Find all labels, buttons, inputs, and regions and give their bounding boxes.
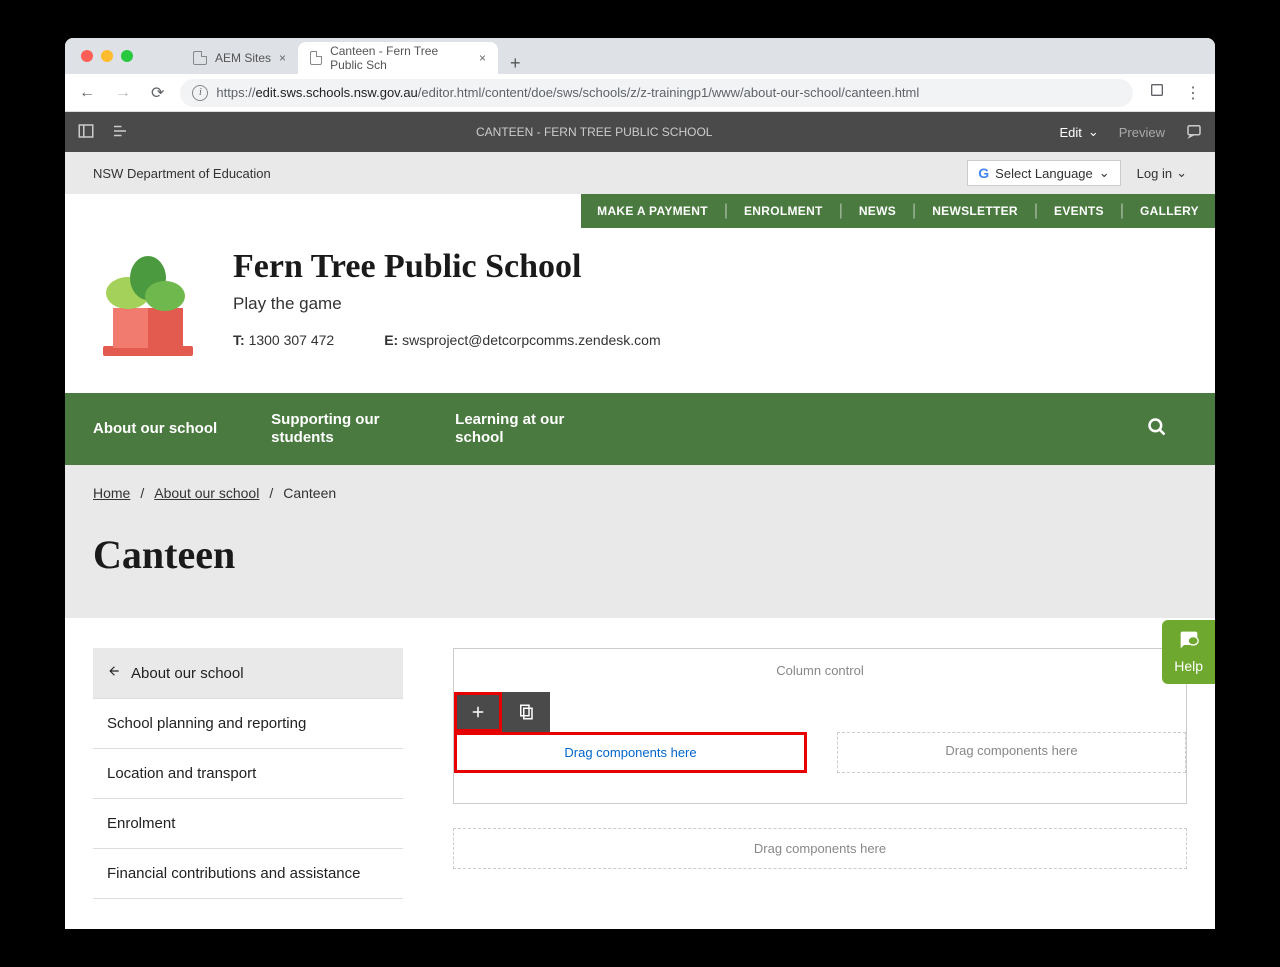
window-controls [73,50,141,62]
breadcrumb-current: Canteen [283,485,336,501]
sidebar-item[interactable]: School planning and reporting [93,699,403,749]
back-button[interactable]: ← [75,80,99,106]
search-icon[interactable] [1127,417,1187,442]
sidebar-item[interactable]: Location and transport [93,749,403,799]
nav-supporting[interactable]: Supporting our students [271,393,431,465]
drop-zone-selected[interactable]: Drag components here [454,732,807,773]
chevron-down-icon: ⌄ [1099,165,1110,181]
reload-button[interactable]: ⟳ [147,79,168,107]
main-nav: About our school Supporting our students… [65,393,1215,465]
address-bar[interactable]: i https://edit.sws.schools.nsw.gov.au/ed… [180,79,1133,107]
extension-icon[interactable] [1145,78,1169,107]
browser-tab-strip: AEM Sites × Canteen - Fern Tree Public S… [65,38,1215,74]
page-icon [193,51,207,65]
help-label: Help [1174,658,1203,674]
login-button[interactable]: Log in ⌄ [1137,165,1187,181]
school-name: Fern Tree Public School [233,248,661,286]
browser-menu-icon[interactable]: ⋮ [1181,79,1205,107]
site-header: Fern Tree Public School Play the game T:… [65,228,1215,393]
drop-zone[interactable]: Drag components here [837,732,1186,773]
site-info-icon[interactable]: i [192,85,208,101]
close-tab-icon[interactable]: × [479,51,486,65]
language-selector[interactable]: G Select Language ⌄ [967,160,1120,186]
nav-learning[interactable]: Learning at our school [455,393,615,465]
nav-about[interactable]: About our school [93,402,247,456]
side-panel-icon[interactable] [77,122,95,143]
content-region: About our school School planning and rep… [65,618,1215,929]
utility-link-newsletter[interactable]: NEWSLETTER [916,194,1034,228]
utility-link-events[interactable]: EVENTS [1038,194,1120,228]
chevron-down-icon: ⌄ [1176,165,1187,181]
close-window-button[interactable] [81,50,93,62]
school-logo[interactable] [93,248,203,363]
paste-component-button[interactable] [502,692,550,732]
minimize-window-button[interactable] [101,50,113,62]
insert-component-button[interactable] [454,692,502,732]
utility-link-gallery[interactable]: GALLERY [1124,194,1215,228]
sidebar-item[interactable]: Financial contributions and assistance [93,849,403,899]
utility-nav: MAKE A PAYMENT| ENROLMENT| NEWS| NEWSLET… [65,194,1215,228]
page-header-region: Home / About our school / Canteen Cantee… [65,465,1215,618]
browser-tab[interactable]: AEM Sites × [181,42,298,74]
sidebar-item[interactable]: Enrolment [93,799,403,849]
phone: T: 1300 307 472 [233,332,334,348]
school-tagline: Play the game [233,294,661,314]
email: E: swsproject@detcorpcomms.zendesk.com [384,332,660,348]
tab-title: Canteen - Fern Tree Public Sch [330,44,471,72]
utility-link-enrolment[interactable]: ENROLMENT [728,194,839,228]
google-icon: G [978,165,989,181]
aem-page-title: CANTEEN - FERN TREE PUBLIC SCHOOL [129,125,1059,139]
component-label: Column control [454,649,1186,692]
annotate-icon[interactable] [1185,122,1203,143]
main-content: Column control Drag components here Drag… [453,648,1187,899]
forward-button[interactable]: → [111,80,135,106]
utility-link-payment[interactable]: MAKE A PAYMENT [581,194,724,228]
close-tab-icon[interactable]: × [279,51,286,65]
chat-icon [1174,630,1203,656]
arrow-left-icon [107,664,121,682]
maximize-window-button[interactable] [121,50,133,62]
page-info-icon[interactable] [111,122,129,143]
help-widget[interactable]: Help [1162,620,1215,684]
breadcrumb-link[interactable]: Home [93,485,130,501]
page-title: Canteen [93,531,1187,578]
preview-button[interactable]: Preview [1119,125,1165,140]
browser-toolbar: ← → ⟳ i https://edit.sws.schools.nsw.gov… [65,74,1215,112]
column-control-component[interactable]: Column control Drag components here Drag… [453,648,1187,804]
browser-tab-active[interactable]: Canteen - Fern Tree Public Sch × [298,42,498,74]
breadcrumb-link[interactable]: About our school [154,485,259,501]
edit-mode-dropdown[interactable]: Edit ⌄ [1059,124,1098,140]
sidebar-nav: About our school School planning and rep… [93,648,403,899]
chevron-down-icon: ⌄ [1088,124,1099,140]
url-text: https://edit.sws.schools.nsw.gov.au/edit… [216,85,919,100]
aem-editor-bar: CANTEEN - FERN TREE PUBLIC SCHOOL Edit ⌄… [65,112,1215,152]
drop-zone[interactable]: Drag components here [453,828,1187,869]
department-name: NSW Department of Education [93,166,271,181]
component-toolbar [454,692,550,732]
page-icon [310,51,322,65]
department-bar: NSW Department of Education G Select Lan… [65,152,1215,194]
breadcrumb: Home / About our school / Canteen [93,485,1187,501]
new-tab-button[interactable]: + [510,53,521,74]
tab-title: AEM Sites [215,51,271,65]
sidebar-item-parent[interactable]: About our school [93,648,403,699]
utility-link-news[interactable]: NEWS [843,194,912,228]
